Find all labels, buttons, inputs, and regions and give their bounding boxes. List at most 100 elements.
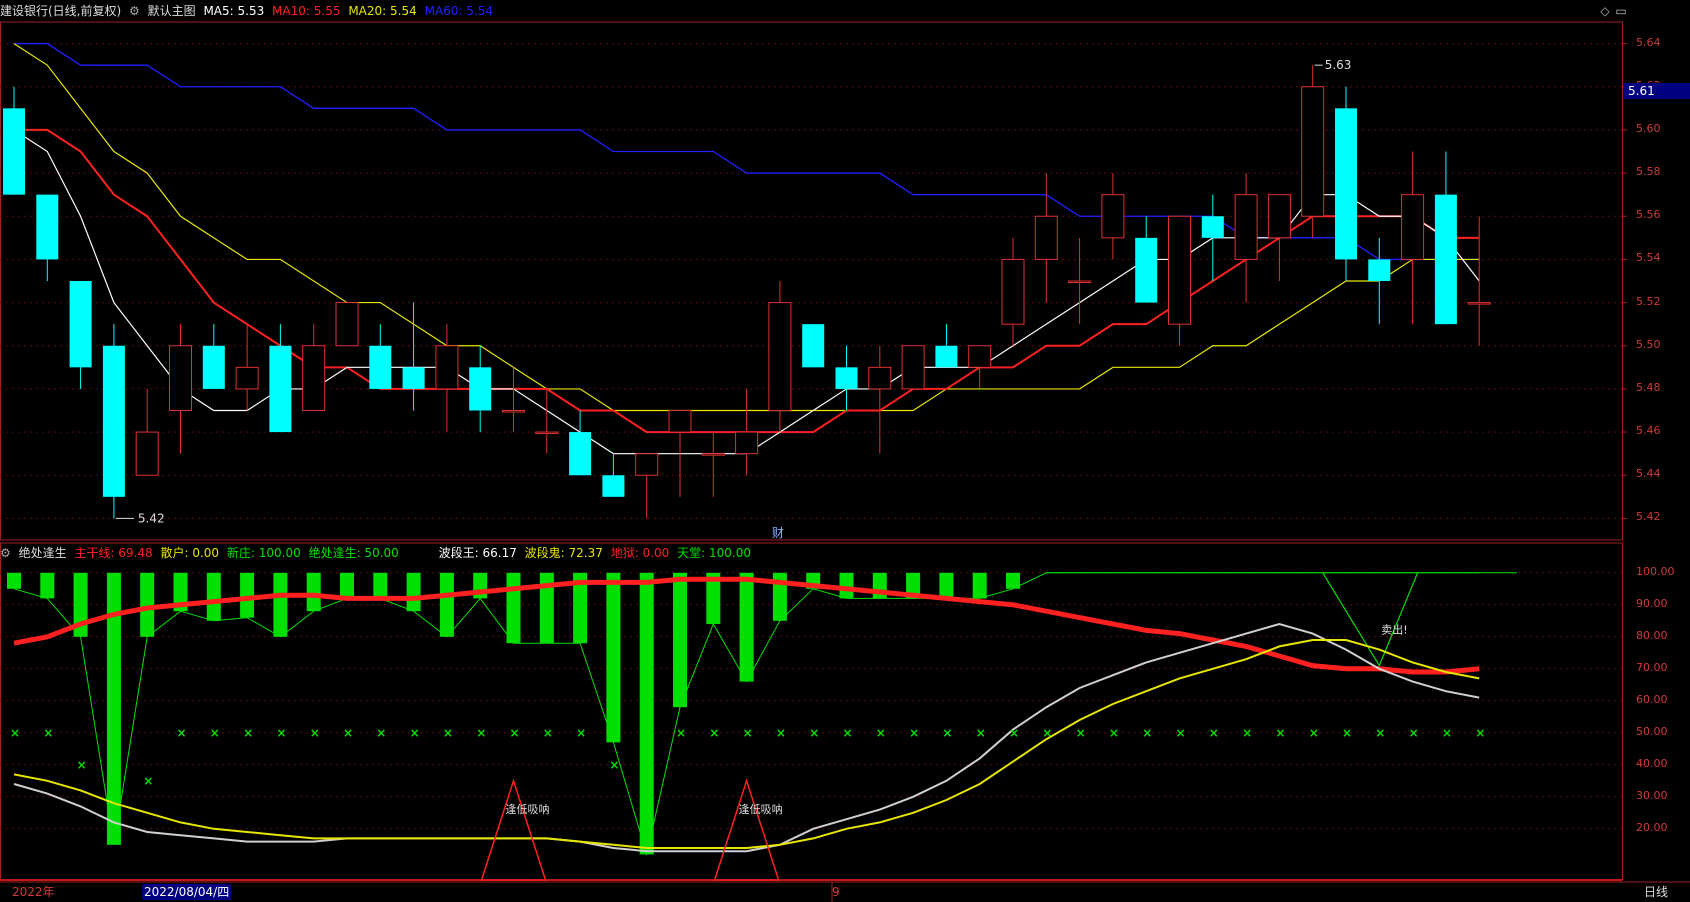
green-bar [673,572,687,708]
buy-signal-label-2: 逢低吸呐 [739,803,783,816]
juechu-x-marker: × [543,726,553,740]
price-tick-label: 5.50 [1636,337,1661,351]
candle-body-up [1401,194,1425,260]
high-annotation: 5.63 [1325,58,1352,72]
juechu-x-marker: × [1009,726,1019,740]
low-annotation: 5.42 [138,511,165,525]
candle-body-up [335,302,359,347]
indicator-tick-label: 40.00 [1636,756,1668,770]
price-tick-label: 5.52 [1636,294,1661,308]
candle-body-down [1434,194,1457,325]
candle-body-up [735,431,759,455]
candle-body-up [1168,215,1191,325]
candle-body-down [469,367,492,411]
indicator-tick-label: 100.00 [1636,564,1675,578]
juechu-x-marker: × [1176,726,1186,740]
green-bar [739,572,754,682]
green-bar [406,572,421,612]
price-tick-label: 5.48 [1636,380,1661,394]
candle-body-up [502,410,525,413]
candle-body-down [36,194,59,260]
candle-body-down [602,475,625,497]
candle-body-down [802,324,825,368]
green-bar [373,572,388,599]
ma20-line [13,43,1480,412]
juechu-x-marker: × [1042,726,1052,740]
juechu-x-marker: × [776,726,786,740]
candle-body-down [402,367,425,389]
candle-body-down [369,345,392,389]
sell-v-line [1322,572,1419,667]
green-bar [839,572,854,599]
year-label: 2022年 [12,885,55,899]
juechu-x-marker: × [43,726,53,740]
juechu-x-marker: × [276,726,286,740]
ma10-line [14,128,1480,434]
green-bar [240,572,255,618]
green-bar [939,572,954,599]
candle-body-down [1135,237,1158,303]
candle-body-up [169,345,192,411]
candle-body-up [302,345,326,411]
green-bar [206,572,221,621]
month-label: 9 [832,885,840,899]
candle-body-up [635,453,659,476]
ma60-line [14,42,1480,261]
juechu-x-marker: × [510,726,520,740]
green-bar [340,572,354,599]
juechu-x-marker: × [143,774,153,788]
indicator-tick-label: 90.00 [1636,596,1668,610]
period-label[interactable]: 日线 [1644,884,1668,900]
juechu-x-marker: × [1309,726,1319,740]
finance-marker: 财 [772,526,784,540]
juechu-x-marker: × [310,726,320,740]
juechu-x-marker: × [343,726,353,740]
indicator-tick-label: 80.00 [1636,628,1668,642]
indicator-tick-label: 20.00 [1636,820,1668,834]
candle-body-up [768,302,792,412]
buy-signal-label-1: 逢低吸呐 [506,803,550,816]
kline-chart[interactable]: 5.63 5.42 财 × × × × × × × × × × × × × × × × × × × × × × × × × × × × × × ×… [0,0,1690,902]
candle-body-down [102,345,125,497]
juechu-x-marker: × [843,726,853,740]
green-bar [306,572,321,612]
candle-body-up [535,431,559,435]
juechu-x-marker: × [576,726,586,740]
juechu-x-marker: × [1275,726,1285,740]
price-tick-label: 5.56 [1636,208,1661,222]
juechu-x-marker: × [1442,726,1452,740]
juechu-x-marker: × [177,726,187,740]
green-bar [972,572,987,599]
indicator-tick-label: 70.00 [1636,660,1668,674]
juechu-x-marker: × [443,726,453,740]
indicator-tick-label: 60.00 [1636,692,1668,706]
juechu-x-marker: × [476,726,486,740]
juechu-x-marker: × [410,726,420,740]
candle-body-up [1234,194,1258,260]
green-bar [439,572,454,637]
candle-body-down [569,432,592,476]
juechu-x-marker: × [1109,726,1119,740]
green-bar [140,572,155,637]
price-tick-label: 5.44 [1636,467,1661,481]
candle-body-up [868,366,892,390]
candle-body-up [1101,194,1125,239]
juechu-x-marker: × [743,726,753,740]
price-tick-label: 5.46 [1636,424,1661,438]
candle-body-up [1068,280,1092,283]
green-bar [639,572,654,855]
juechu-x-marker: × [609,758,619,772]
juechu-x-marker: × [1409,726,1419,740]
juechu-x-marker: × [643,726,653,740]
candle-body-down [935,345,958,368]
green-bar [606,572,621,743]
juechu-x-marker: × [1375,726,1385,740]
juechu-x-marker: × [876,726,886,740]
indicator-tick-label: 30.00 [1636,788,1668,802]
juechu-x-marker: × [1209,726,1219,740]
juechu-x-marker: × [210,726,220,740]
candle-body-down [69,281,92,368]
price-tick-label: 5.58 [1636,165,1661,179]
green-bar [40,572,55,599]
juechu-x-marker: × [709,726,719,740]
